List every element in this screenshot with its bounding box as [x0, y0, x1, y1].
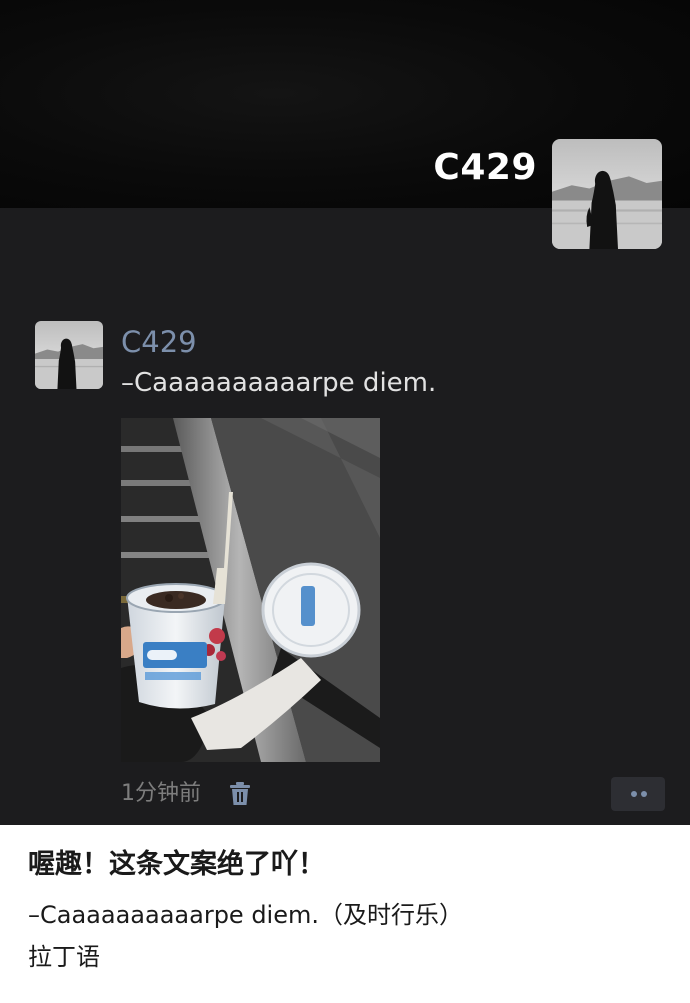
profile-avatar[interactable]	[552, 139, 662, 249]
cover-display-name: C429	[433, 147, 537, 188]
moments-feed: C429 C429 –Caaaaaaaaaarpe diem. 1分钟前	[0, 0, 690, 825]
post-text: –Caaaaaaaaaarpe diem.	[121, 368, 437, 398]
more-dots-icon	[631, 791, 637, 797]
more-options-button[interactable]	[611, 777, 665, 811]
post-timestamp: 1分钟前	[121, 781, 201, 806]
app-root: C429 C429 –Caaaaaaaaaarpe diem. 1分钟前 喔趣！…	[0, 0, 690, 1003]
silhouette-avatar-icon	[552, 139, 662, 249]
caption-note: 拉丁语	[28, 943, 100, 971]
photo-image-icon	[121, 418, 380, 762]
trash-icon[interactable]	[229, 782, 251, 806]
more-dots-icon	[641, 791, 647, 797]
post-photo[interactable]	[121, 418, 380, 762]
silhouette-avatar-icon	[35, 321, 103, 389]
caption-quote: –Caaaaaaaaaarpe diem.（及时行乐）	[28, 901, 463, 929]
post-author-name[interactable]: C429	[121, 322, 197, 362]
caption-panel: 喔趣！这条文案绝了吖！ –Caaaaaaaaaarpe diem.（及时行乐） …	[0, 825, 690, 1003]
post-author-avatar[interactable]	[35, 321, 103, 389]
caption-title: 喔趣！这条文案绝了吖！	[28, 849, 325, 880]
